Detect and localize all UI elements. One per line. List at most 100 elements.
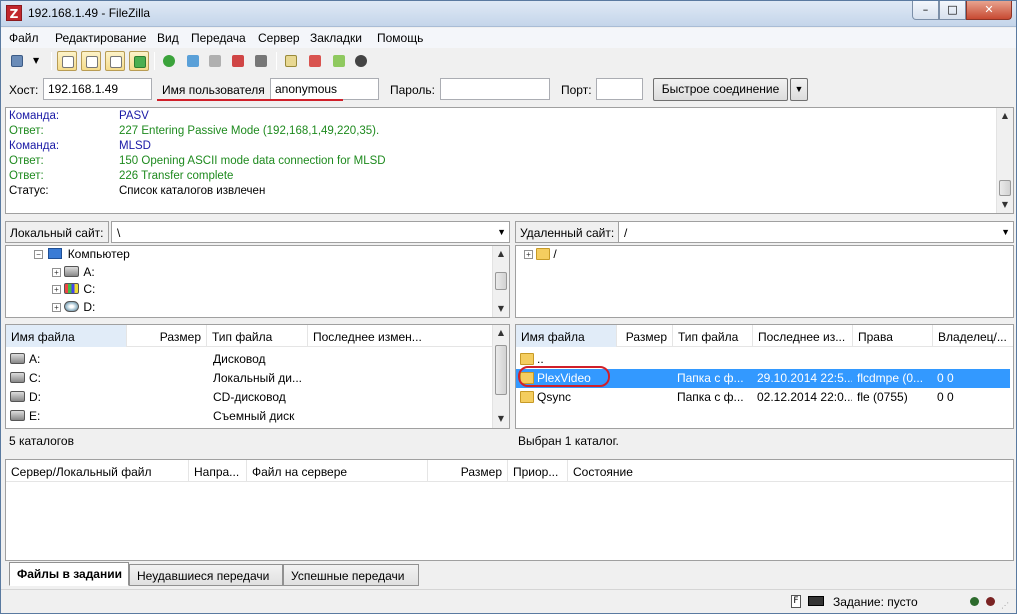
resize-grip-icon[interactable]: ⋰ (1001, 601, 1009, 610)
column-header-remote-file[interactable]: Файл на сервере (247, 460, 428, 482)
menu-bookmarks[interactable]: Закладки (310, 31, 362, 45)
log-scrollbar[interactable]: ▲ ▼ (996, 108, 1013, 213)
column-header-modified[interactable]: Последнее измен... (308, 325, 493, 347)
column-header-modified[interactable]: Последнее из... (753, 325, 853, 347)
column-header-size[interactable]: Размер (127, 325, 207, 347)
tree-node-computer[interactable]: − Компьютер (34, 247, 130, 261)
site-manager-icon[interactable] (7, 51, 27, 71)
scroll-up-icon[interactable]: ▲ (493, 325, 509, 341)
table-row[interactable]: A: Дисковод (6, 350, 509, 369)
cancel-operation-icon[interactable] (205, 51, 225, 71)
file-type-cell: Локальный ди... (213, 371, 302, 385)
tree-node-drive-a[interactable]: + A: (52, 265, 95, 279)
scroll-down-icon[interactable]: ▼ (997, 197, 1013, 213)
process-queue-icon[interactable] (183, 51, 203, 71)
remote-path-input[interactable]: / ▼ (618, 221, 1014, 243)
tree-label: D: (83, 300, 96, 314)
toggle-queue-icon[interactable] (129, 51, 149, 71)
directory-comparison-icon[interactable] (305, 51, 325, 71)
password-input[interactable] (440, 78, 550, 100)
log-key: Ответ: (9, 155, 44, 167)
refresh-icon[interactable] (159, 51, 179, 71)
expand-icon[interactable]: + (52, 303, 61, 313)
column-header-size[interactable]: Размер (428, 460, 508, 482)
menu-help[interactable]: Помощь (377, 31, 423, 45)
column-header-direction[interactable]: Напра... (189, 460, 247, 482)
local-tree-scrollbar[interactable]: ▲ ▼ (492, 246, 509, 317)
quickconnect-history-dropdown[interactable]: ▼ (790, 78, 808, 101)
tab-failed-transfers[interactable]: Неудавшиеся передачи (129, 564, 283, 586)
close-button[interactable]: ✕ (966, 1, 1012, 20)
log-message: 227 Entering Passive Mode (192,168,1,49,… (119, 125, 380, 137)
scroll-thumb[interactable] (495, 345, 507, 395)
site-manager-dropdown-icon[interactable]: ▼ (33, 51, 45, 71)
filezilla-window: Z 192.168.1.49 - FileZilla – □ ✕ Файл Ре… (0, 0, 1017, 614)
column-header-filename[interactable]: Имя файла (516, 325, 617, 347)
scroll-thumb[interactable] (999, 180, 1011, 196)
column-header-size[interactable]: Размер (617, 325, 673, 347)
tree-node-drive-c[interactable]: + C: (52, 282, 95, 296)
expand-icon[interactable]: + (52, 285, 61, 295)
local-site-label: Локальный сайт: (5, 221, 109, 243)
tree-node-drive-d[interactable]: + D: (52, 300, 95, 314)
file-name: A: (29, 352, 41, 366)
disconnect-icon[interactable] (228, 51, 248, 71)
log-key: Команда: (9, 110, 60, 122)
menu-view[interactable]: Вид (157, 31, 179, 45)
column-header-local-file[interactable]: Сервер/Локальный файл (6, 460, 189, 482)
scroll-down-icon[interactable]: ▼ (493, 301, 509, 317)
column-header-owner[interactable]: Владелец/... (933, 325, 1013, 347)
chevron-down-icon[interactable]: ▼ (1001, 227, 1010, 237)
filter-icon[interactable] (281, 51, 301, 71)
scroll-up-icon[interactable]: ▲ (997, 108, 1013, 124)
menu-file[interactable]: Файл (9, 31, 39, 45)
local-file-list: Имя файла Размер Тип файла Последнее изм… (5, 324, 510, 429)
scroll-up-icon[interactable]: ▲ (493, 246, 509, 262)
tab-successful-transfers[interactable]: Успешные передачи (283, 564, 419, 586)
toggle-remote-tree-icon[interactable] (105, 51, 125, 71)
menu-transfer[interactable]: Передача (191, 31, 246, 45)
column-header-priority[interactable]: Приор... (508, 460, 568, 482)
expand-icon[interactable]: + (52, 268, 61, 278)
column-header-filename[interactable]: Имя файла (6, 325, 127, 347)
scroll-thumb[interactable] (495, 272, 507, 290)
menu-server[interactable]: Сервер (258, 31, 300, 45)
sync-browsing-icon[interactable] (329, 51, 349, 71)
toggle-log-icon[interactable] (57, 51, 77, 71)
scroll-down-icon[interactable]: ▼ (493, 411, 509, 427)
tab-queued-files[interactable]: Файлы в задании (9, 562, 129, 586)
port-input[interactable] (596, 78, 643, 100)
maximize-button[interactable]: □ (939, 1, 966, 20)
toggle-local-tree-icon[interactable] (81, 51, 101, 71)
tree-node-root[interactable]: + / (524, 247, 557, 261)
table-row[interactable]: E: Съемный диск (6, 407, 509, 426)
table-row[interactable]: C: Локальный ди... (6, 369, 509, 388)
local-list-scrollbar[interactable]: ▲ ▼ (492, 325, 509, 428)
chevron-down-icon[interactable]: ▼ (497, 227, 506, 237)
file-name: .. (537, 352, 544, 366)
host-input[interactable]: 192.168.1.49 (43, 78, 152, 100)
column-header-permissions[interactable]: Права (853, 325, 933, 347)
collapse-icon[interactable]: − (34, 250, 43, 260)
log-key: Ответ: (9, 170, 44, 182)
file-name-cell: E: (10, 409, 125, 423)
reconnect-icon[interactable] (251, 51, 271, 71)
local-path-input[interactable]: \ ▼ (111, 221, 510, 243)
file-type-cell: Съемный диск (213, 409, 295, 423)
transfer-mode-icon (808, 596, 824, 606)
expand-icon[interactable]: + (524, 250, 533, 260)
folder-icon (520, 353, 534, 365)
table-row[interactable]: Qsync Папка с ф... 02.12.2014 22:0... fle (… (516, 388, 1010, 407)
quickconnect-button[interactable]: Быстрое соединение (653, 78, 788, 101)
column-header-type[interactable]: Тип файла (673, 325, 753, 347)
column-header-status[interactable]: Состояние (568, 460, 1013, 482)
table-row[interactable]: D: CD-дисковод (6, 388, 509, 407)
minimize-button[interactable]: – (912, 1, 939, 20)
file-name-cell: D: (10, 390, 125, 404)
search-icon[interactable] (351, 51, 371, 71)
menu-edit[interactable]: Редактирование (55, 31, 146, 45)
column-header-type[interactable]: Тип файла (207, 325, 308, 347)
username-input[interactable]: anonymous (270, 78, 379, 100)
queue-header: Сервер/Локальный файл Напра... Файл на с… (6, 460, 1013, 482)
log-key: Ответ: (9, 125, 44, 137)
